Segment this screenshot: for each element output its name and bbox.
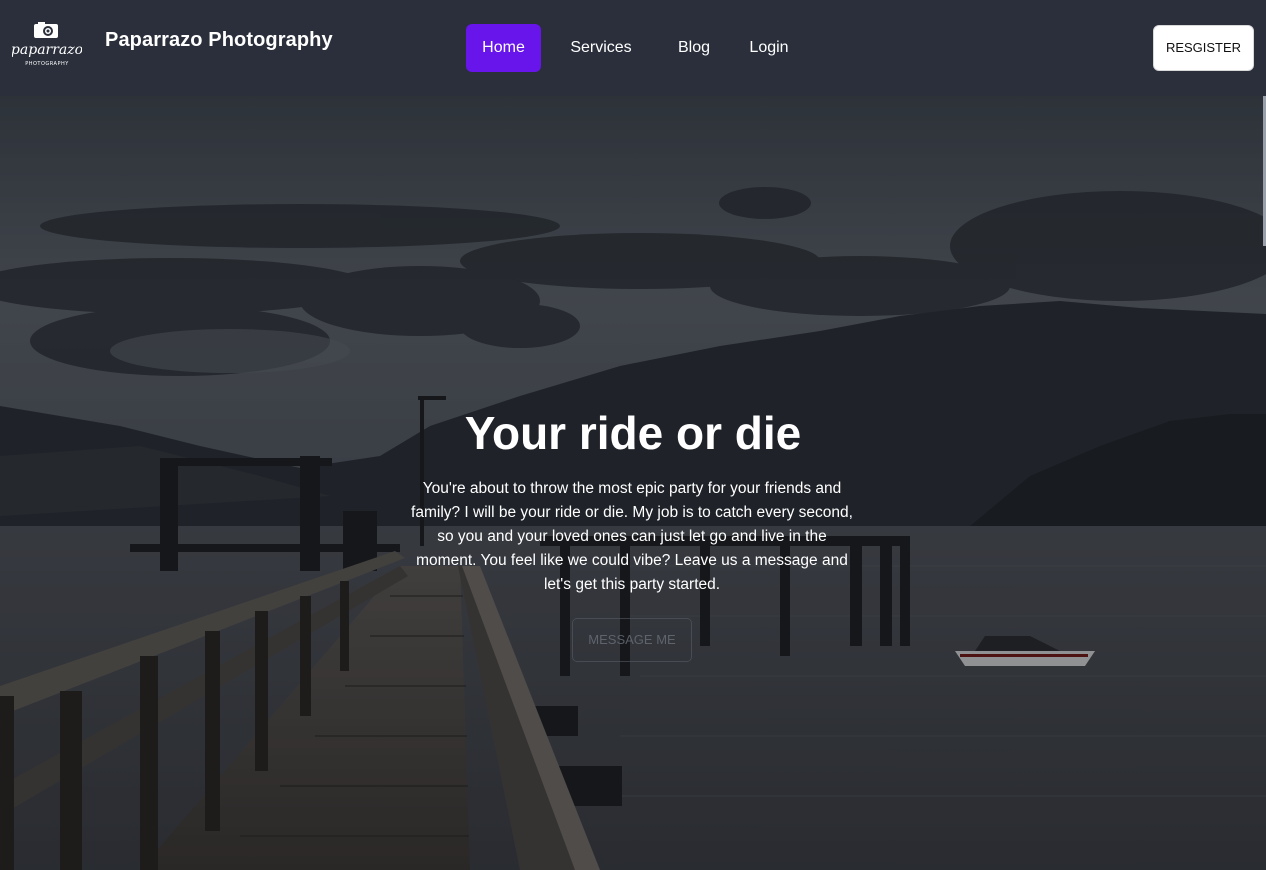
hero-section: Your ride or die You're about to throw t…: [0, 96, 1266, 870]
message-me-button[interactable]: MESSAGE ME: [572, 618, 692, 662]
register-button[interactable]: RESGISTER: [1153, 25, 1254, 71]
nav-home[interactable]: Home: [466, 24, 541, 72]
nav-login[interactable]: Login: [740, 24, 798, 72]
hero-title: Your ride or die: [464, 407, 802, 459]
nav-blog[interactable]: Blog: [668, 24, 720, 72]
logo-wordmark: paparrazo: [12, 42, 82, 58]
hero-description: You're about to throw the most epic part…: [411, 480, 853, 593]
navbar: paparrazo PHOTOGRAPHY Paparrazo Photogra…: [0, 0, 1266, 96]
brand-name[interactable]: Paparrazo Photography: [105, 29, 333, 52]
brand-logo[interactable]: paparrazo PHOTOGRAPHY: [12, 20, 82, 70]
camera-icon: paparrazo PHOTOGRAPHY: [12, 22, 82, 67]
logo-subtext: PHOTOGRAPHY: [25, 61, 69, 67]
nav-services[interactable]: Services: [561, 24, 641, 72]
